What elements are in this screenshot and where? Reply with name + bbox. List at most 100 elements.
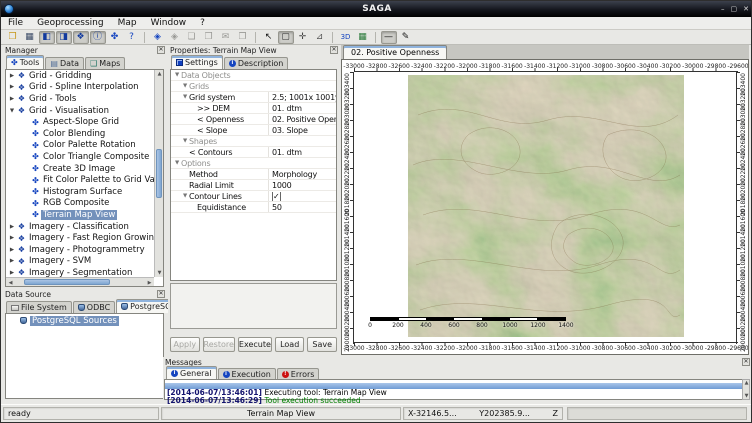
manager-close-icon[interactable]: ✕ [157,46,165,54]
data-source-tab-odbc[interactable]: ODBC [73,301,115,313]
cursor-select-icon[interactable]: ↖ [261,31,277,44]
parameter-row[interactable]: ▼Data Objects [171,70,336,81]
data-source-item[interactable]: PostgreSQL Sources [6,314,163,326]
tool-chain-icon[interactable]: ✤ [107,31,123,44]
minimize-button[interactable]: – [721,6,725,13]
draw-pen-icon[interactable]: ✎ [398,31,414,44]
tree-expander-icon[interactable]: ▶ [8,84,16,90]
tree-item[interactable]: ✤Color Triangle Composite [6,151,154,163]
tree-expander-icon[interactable]: ▶ [8,224,16,230]
x-axis-tick-label: -30000 [682,345,703,352]
view-3d-icon[interactable]: 3D [338,31,354,44]
show-properties-icon[interactable]: ⓘ [90,31,106,44]
parameter-row[interactable]: ▼Grids [171,81,336,92]
tree-horizontal-scrollbar[interactable]: ◀▶ [6,277,154,286]
tree-item[interactable]: ✤Create 3D Image [6,163,154,175]
expander-icon[interactable]: ▼ [181,83,189,89]
manager-tab-data[interactable]: ▤Data [45,57,84,69]
load-button[interactable]: Load [275,337,305,352]
tree-item[interactable]: ▶❖Imagery - Fast Region Growing Al [6,232,154,244]
title-bar[interactable]: SAGA – ▢ ✕ [1,1,752,17]
messages-scrollbar[interactable]: ▲▼ [742,379,750,400]
parameter-row[interactable]: Radial Limit1000 [171,180,336,191]
properties-tab-description[interactable]: iDescription [224,57,289,69]
tree-item[interactable]: ✤RGB Composite [6,198,154,210]
tree-expander-icon[interactable]: ▶ [8,258,16,264]
tree-expander-icon[interactable]: ▶ [8,247,16,253]
tree-item[interactable]: ▶❖Imagery - SVM [6,256,154,268]
maximize-button[interactable]: ▢ [731,6,738,13]
tree-item[interactable]: ▶❖Grid - Spline Interpolation [6,82,154,94]
parameter-row[interactable]: ▼Options [171,158,336,169]
close-button[interactable]: ✕ [743,6,749,13]
manager-tab-tools[interactable]: ✤Tools [6,55,44,69]
tree-item[interactable]: ▶❖Imagery - Segmentation [6,267,154,277]
parameter-row[interactable]: ▼Grid system2.5; 1001x 1001y; -32500 [171,92,336,103]
parameter-row[interactable]: < Slope03. Slope [171,125,336,136]
tree-item[interactable]: ▶❖Imagery - Classification [6,221,154,233]
show-maps-icon[interactable]: ❖ [73,31,89,44]
pan-icon[interactable]: ✛ [295,31,311,44]
help-icon[interactable]: ? [124,31,140,44]
zoom-full-extent-icon[interactable]: ◈ [150,31,166,44]
tree-vertical-scrollbar[interactable]: ▲▼ [154,70,163,277]
checkbox-checked-icon[interactable]: ✓ [272,192,281,201]
map-tab[interactable]: 02. Positive Openness [343,45,447,59]
parameter-row[interactable]: ▼Shapes [171,136,336,147]
parameter-row[interactable]: < Contours01. dtm [171,147,336,158]
properties-tab-settings[interactable]: Settings [171,55,223,69]
tree-expander-icon[interactable]: ▶ [8,235,16,241]
parameter-row[interactable]: MethodMorphology [171,169,336,180]
expander-icon[interactable]: ▼ [173,72,181,78]
tree-item[interactable]: ▶❖Grid - Tools [6,93,154,105]
parameter-row[interactable]: ▼Contour Lines✓ [171,191,336,202]
tree-expander-icon[interactable]: ▶ [8,270,16,276]
tree-item[interactable]: ▶❖Imagery - Photogrammetry [6,244,154,256]
open-icon[interactable]: ❒ [5,31,21,44]
tree-expander-icon[interactable]: ▼ [8,108,16,114]
expander-icon[interactable]: ▼ [181,138,189,144]
expander-icon[interactable]: ▼ [173,160,181,166]
expander-icon[interactable]: ▼ [181,94,189,100]
tree-item[interactable]: ✤Histogram Surface [6,186,154,198]
tree-item[interactable]: ✤Fit Color Palette to Grid Values [6,174,154,186]
save-icon[interactable]: ▦ [22,31,38,44]
parameter-row[interactable]: < Openness02. Positive Openness [171,114,336,125]
tree-item[interactable]: ▼❖Grid - Visualisation [6,105,154,117]
draw-line-icon[interactable]: — [381,31,397,44]
data-source-close-icon[interactable]: ✕ [157,290,165,298]
zoom-box-icon[interactable]: ▢ [278,31,294,44]
parameter-row[interactable]: Equidistance50 [171,202,336,213]
messages-tab-general[interactable]: iGeneral [166,366,217,380]
toolbox-icon: ❖ [16,83,27,92]
messages-close-icon[interactable]: ✕ [742,358,750,366]
terrain-map-image[interactable] [408,75,684,337]
tree-item[interactable]: ✤Color Blending [6,128,154,140]
expander-icon[interactable]: ▼ [181,193,189,199]
properties-close-icon[interactable]: ✕ [330,46,338,54]
execute-button[interactable]: Execute [238,337,272,352]
show-manager-icon[interactable]: ◧ [39,31,55,44]
map-canvas[interactable]: -33000-32800-32600-32400-32200-32000-318… [341,59,749,355]
save-button[interactable]: Save [307,337,337,352]
data-source-tab-file-system[interactable]: File System [6,301,72,313]
menu-window[interactable]: Window [144,18,194,28]
menu-[interactable]: ? [193,18,212,28]
tree-expander-icon[interactable]: ▶ [8,73,16,79]
show-data-source-icon[interactable]: ◨ [56,31,72,44]
parameter-row[interactable]: >> DEM01. dtm [171,103,336,114]
x-axis-tick-label: -31800 [479,345,500,352]
x-axis-tick-label: -32200 [434,345,455,352]
save-map-image-icon[interactable]: ▦ [355,31,371,44]
menu-file[interactable]: File [1,18,30,28]
menu-geoprocessing[interactable]: Geoprocessing [30,18,111,28]
x-axis-tick-label: -32600 [389,345,410,352]
tree-expander-icon[interactable]: ▶ [8,96,16,102]
measure-icon[interactable]: ⊿ [312,31,328,44]
tree-item[interactable]: ✤Aspect-Slope Grid [6,116,154,128]
manager-tab-maps[interactable]: ❑Maps [85,57,125,69]
menu-map[interactable]: Map [111,18,144,28]
tree-item[interactable]: ✤Terrain Map View [6,209,154,221]
tree-item[interactable]: ✤Color Palette Rotation [6,140,154,152]
tree-item[interactable]: ▶❖Grid - Gridding [6,70,154,82]
